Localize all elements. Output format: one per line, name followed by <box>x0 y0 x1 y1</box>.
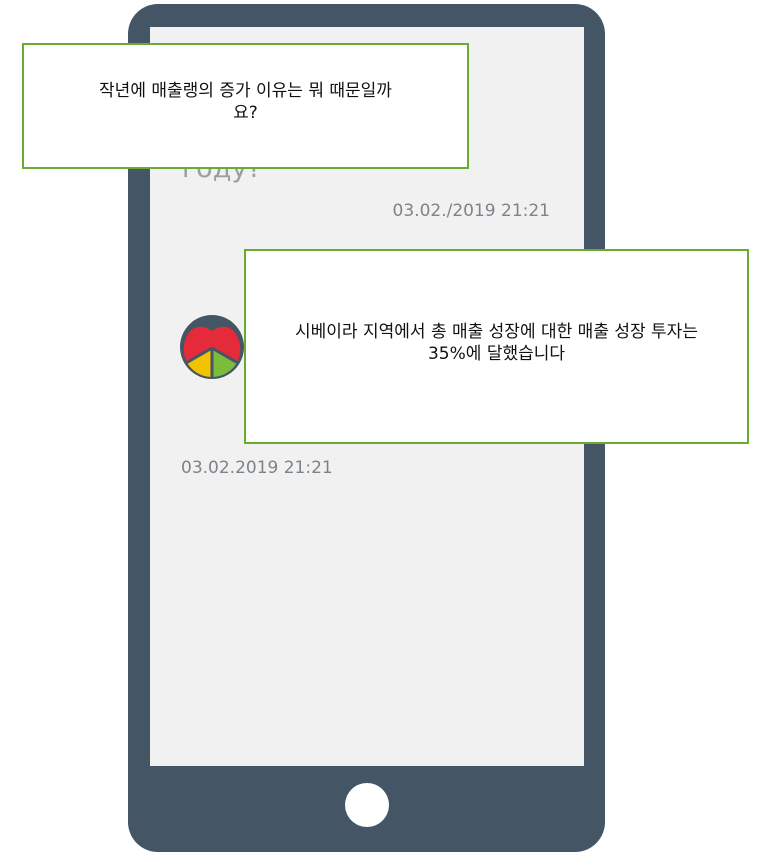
answer-translation-text: 시베이라 지역에서 총 매출 성장에 대한 매출 성장 투자는 35%에 달했습… <box>295 321 698 364</box>
message-1-timestamp: 03.02./2019 21:21 <box>392 201 550 221</box>
bot-logo-icon <box>180 315 244 379</box>
message-2-timestamp: 03.02.2019 21:21 <box>181 458 333 478</box>
answer-translation-callout: 시베이라 지역에서 총 매출 성장에 대한 매출 성장 투자는 35%에 달했습… <box>244 249 749 444</box>
question-translation-text: 작년에 매출랭의 증가 이유는 뭐 때문일까요? <box>99 81 392 123</box>
question-translation-callout: 작년에 매출랭의 증가 이유는 뭐 때문일까요? <box>22 43 469 169</box>
home-button-icon[interactable] <box>345 783 389 827</box>
bot-avatar <box>179 314 245 380</box>
stage: году? 03.02./2019 21:21 03.02.2019 21:21… <box>0 0 757 852</box>
